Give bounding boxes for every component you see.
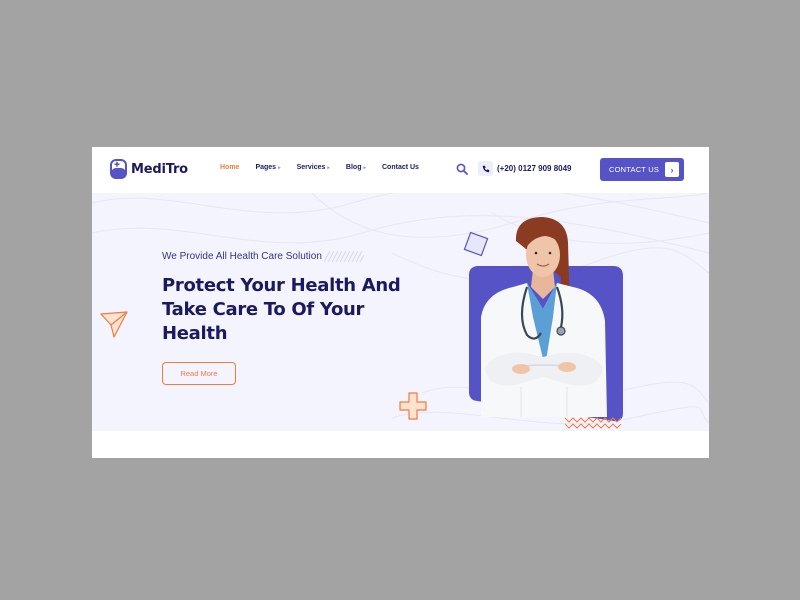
contact-us-label: CONTACT US bbox=[609, 165, 660, 174]
nav-contact-label: Contact Us bbox=[382, 164, 419, 171]
paper-plane-icon bbox=[100, 311, 128, 338]
nav-pages-label: Pages bbox=[255, 164, 277, 171]
phone-icon bbox=[478, 161, 493, 176]
arrow-right-icon: › bbox=[665, 162, 679, 177]
website-frame: MediTro Home Pages ▸ Services ▸ Blog ▸ C… bbox=[92, 147, 709, 458]
nav-blog[interactable]: Blog ▸ bbox=[346, 164, 366, 171]
main-nav: Home Pages ▸ Services ▸ Blog ▸ Contact U… bbox=[220, 164, 435, 171]
headline-line-2: Take Care To Of Your bbox=[162, 299, 365, 320]
hero-tagline: We Provide All Health Care Solution bbox=[162, 251, 364, 262]
logo[interactable]: MediTro bbox=[110, 159, 188, 179]
brand-name: MediTro bbox=[131, 161, 188, 177]
phone-number: (+20) 0127 909 8049 bbox=[497, 164, 572, 173]
nav-blog-label: Blog bbox=[345, 164, 362, 171]
chevron-right-icon: ▸ bbox=[278, 164, 281, 171]
chevron-right-icon: ▸ bbox=[327, 164, 330, 171]
nav-home-label: Home bbox=[220, 164, 240, 171]
site-header: MediTro Home Pages ▸ Services ▸ Blog ▸ C… bbox=[92, 147, 709, 193]
medical-cross-icon bbox=[399, 392, 427, 420]
nav-services-label: Services bbox=[296, 164, 326, 171]
nav-pages[interactable]: Pages ▸ bbox=[255, 164, 280, 171]
chevron-right-icon: ▸ bbox=[363, 164, 366, 171]
read-more-button[interactable]: Read More bbox=[162, 362, 236, 385]
contact-us-button[interactable]: CONTACT US › bbox=[600, 158, 684, 181]
read-more-label: Read More bbox=[180, 369, 218, 378]
section-divider bbox=[92, 431, 709, 458]
medical-logo-icon bbox=[110, 159, 127, 179]
phone-contact[interactable]: (+20) 0127 909 8049 bbox=[478, 161, 572, 176]
doctor-hero-image bbox=[469, 217, 623, 429]
headline-line-1: Protect Your Health And bbox=[162, 275, 401, 296]
headline-line-3: Health bbox=[162, 323, 228, 344]
tagline-text: We Provide All Health Care Solution bbox=[162, 251, 322, 262]
nav-contact[interactable]: Contact Us bbox=[382, 164, 419, 171]
nav-services[interactable]: Services ▸ bbox=[297, 164, 330, 171]
nav-home[interactable]: Home bbox=[220, 164, 239, 171]
hero-headline: Protect Your Health And Take Care To Of … bbox=[162, 274, 432, 346]
hatch-decoration bbox=[323, 251, 364, 262]
search-icon[interactable] bbox=[456, 163, 468, 175]
